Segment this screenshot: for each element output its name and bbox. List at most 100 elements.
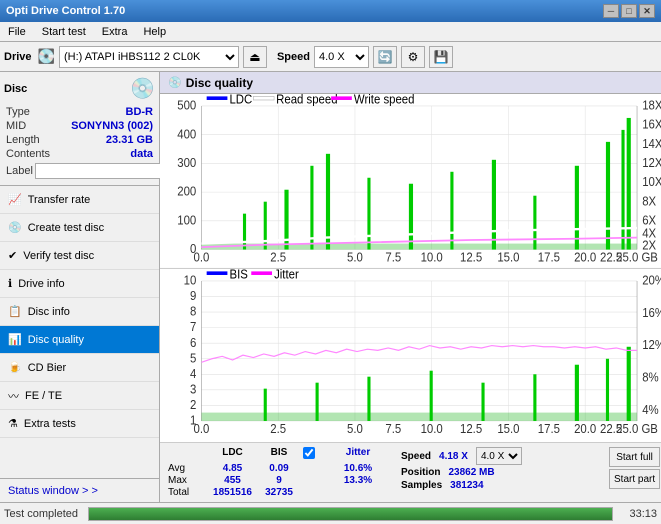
svg-text:10X: 10X xyxy=(642,174,661,189)
speed-select[interactable]: 4.0 X xyxy=(314,46,369,68)
eject-button[interactable]: ⏏ xyxy=(243,46,267,68)
svg-text:4: 4 xyxy=(190,366,196,381)
stats-avg-empty xyxy=(303,463,319,474)
svg-text:300: 300 xyxy=(177,155,196,170)
drive-label: Drive xyxy=(4,51,32,63)
svg-text:7.5: 7.5 xyxy=(385,421,401,436)
menu-help[interactable]: Help xyxy=(135,22,174,41)
disc-label-row: Label 🔍 xyxy=(4,161,155,181)
stats-total-bis: 32735 xyxy=(259,487,299,498)
svg-text:12X: 12X xyxy=(642,155,661,170)
fe-te-icon: 〰 xyxy=(8,388,19,404)
svg-text:4%: 4% xyxy=(642,402,659,417)
settings-button[interactable]: ⚙ xyxy=(401,46,425,68)
svg-text:25.0 GB: 25.0 GB xyxy=(616,250,658,265)
stats-avg-bis: 0.09 xyxy=(259,463,299,474)
stats-avg-label: Avg xyxy=(168,463,206,474)
disc-header: Disc 💿 xyxy=(4,76,155,101)
nav-fe-te-label: FE / TE xyxy=(25,390,62,402)
nav-disc-info-label: Disc info xyxy=(28,306,70,318)
nav-extra-tests[interactable]: ⚗ Extra tests xyxy=(0,410,159,438)
svg-text:5: 5 xyxy=(190,350,196,365)
stats-avg-jitter: 10.6% xyxy=(323,463,393,474)
nav-drive-info[interactable]: ℹ Drive info xyxy=(0,270,159,298)
svg-text:200: 200 xyxy=(177,184,196,199)
speed-value-stats: 4.18 X xyxy=(439,451,468,462)
svg-text:20%: 20% xyxy=(642,272,661,287)
nav-verify-test-disc[interactable]: ✔ Verify test disc xyxy=(0,242,159,270)
minimize-button[interactable]: ─ xyxy=(603,4,619,18)
svg-text:12%: 12% xyxy=(642,337,661,352)
svg-text:16X: 16X xyxy=(642,117,661,132)
action-buttons: Start full Start part xyxy=(609,447,660,489)
title-bar: Opti Drive Control 1.70 ─ □ ✕ xyxy=(0,0,661,22)
svg-text:20.0: 20.0 xyxy=(574,250,596,265)
progress-bar xyxy=(89,508,612,520)
nav-transfer-rate[interactable]: 📈 Transfer rate xyxy=(0,186,159,214)
save-button[interactable]: 💾 xyxy=(429,46,453,68)
start-part-button[interactable]: Start part xyxy=(609,469,660,489)
nav-extra-tests-label: Extra tests xyxy=(24,418,76,430)
stats-bis-header: BIS xyxy=(259,447,299,462)
disc-quality-header: 💿 Disc quality xyxy=(160,72,661,94)
maximize-button[interactable]: □ xyxy=(621,4,637,18)
menu-start-test[interactable]: Start test xyxy=(34,22,94,41)
svg-text:5.0: 5.0 xyxy=(347,421,363,436)
status-window-link[interactable]: Status window > > xyxy=(0,478,159,502)
app-title: Opti Drive Control 1.70 xyxy=(6,5,125,17)
stats-table: LDC BIS Jitter Avg 4.85 0.09 10.6% Max 4… xyxy=(168,447,393,498)
disc-label-label: Label xyxy=(6,165,33,177)
create-test-icon: 💿 xyxy=(8,221,22,234)
jitter-checkbox[interactable] xyxy=(303,447,315,459)
stats-ldc-header: LDC xyxy=(210,447,255,462)
svg-text:18X: 18X xyxy=(642,98,661,113)
menu-bar: File Start test Extra Help xyxy=(0,22,661,42)
svg-text:BIS: BIS xyxy=(229,269,247,282)
transfer-rate-icon: 📈 xyxy=(8,193,22,206)
stats-total-ldc: 1851516 xyxy=(210,487,255,498)
disc-mid-value: SONYNN3 (002) xyxy=(71,120,153,132)
stats-max-bis: 9 xyxy=(259,475,299,486)
status-window-label: Status window > > xyxy=(8,485,98,497)
nav-create-test-disc[interactable]: 💿 Create test disc xyxy=(0,214,159,242)
stats-max-label: Max xyxy=(168,475,206,486)
scan-button[interactable]: 🔄 xyxy=(373,46,397,68)
nav-disc-quality[interactable]: 📊 Disc quality xyxy=(0,326,159,354)
svg-text:7: 7 xyxy=(190,319,196,334)
svg-text:0.0: 0.0 xyxy=(194,421,210,436)
disc-section: Disc 💿 Type BD-R MID SONYNN3 (002) Lengt… xyxy=(0,72,159,186)
menu-extra[interactable]: Extra xyxy=(94,22,136,41)
nav-cd-bier[interactable]: 🍺 CD Bier xyxy=(0,354,159,382)
drive-select[interactable]: (H:) ATAPI iHBS112 2 CL0K xyxy=(59,46,239,68)
stats-total-empty xyxy=(303,487,319,498)
disc-info-icon: 📋 xyxy=(8,305,22,318)
stats-max-ldc: 455 xyxy=(210,475,255,486)
svg-text:8%: 8% xyxy=(642,369,659,384)
disc-icon: 💿 xyxy=(130,76,155,101)
menu-file[interactable]: File xyxy=(0,22,34,41)
samples-row: Samples 381234 xyxy=(401,480,601,491)
start-full-button[interactable]: Start full xyxy=(609,447,660,467)
svg-text:9: 9 xyxy=(190,288,196,303)
close-button[interactable]: ✕ xyxy=(639,4,655,18)
time-text: 33:13 xyxy=(617,508,657,520)
ldc-chart: 500 400 300 200 100 0 18X 16X 14X 12X 10… xyxy=(160,94,661,269)
disc-label-input[interactable] xyxy=(35,163,179,179)
stats-empty-header xyxy=(168,447,206,462)
stats-max-jitter: 13.3% xyxy=(323,475,393,486)
svg-text:20.0: 20.0 xyxy=(574,421,596,436)
title-controls: ─ □ ✕ xyxy=(603,4,655,18)
stats-section: LDC BIS Jitter Avg 4.85 0.09 10.6% Max 4… xyxy=(160,443,661,502)
svg-text:500: 500 xyxy=(177,98,196,113)
position-value: 23862 MB xyxy=(448,467,494,478)
svg-text:2.5: 2.5 xyxy=(270,250,286,265)
speed-select-stats[interactable]: 4.0 X xyxy=(476,447,522,465)
nav-drive-info-label: Drive info xyxy=(18,278,64,290)
toolbar: Drive 💽 (H:) ATAPI iHBS112 2 CL0K ⏏ Spee… xyxy=(0,42,661,72)
nav-transfer-rate-label: Transfer rate xyxy=(28,194,91,206)
nav-disc-info[interactable]: 📋 Disc info xyxy=(0,298,159,326)
nav-fe-te[interactable]: 〰 FE / TE xyxy=(0,382,159,410)
disc-type-value: BD-R xyxy=(126,106,154,118)
disc-mid-label: MID xyxy=(6,120,26,132)
svg-text:7.5: 7.5 xyxy=(385,250,401,265)
